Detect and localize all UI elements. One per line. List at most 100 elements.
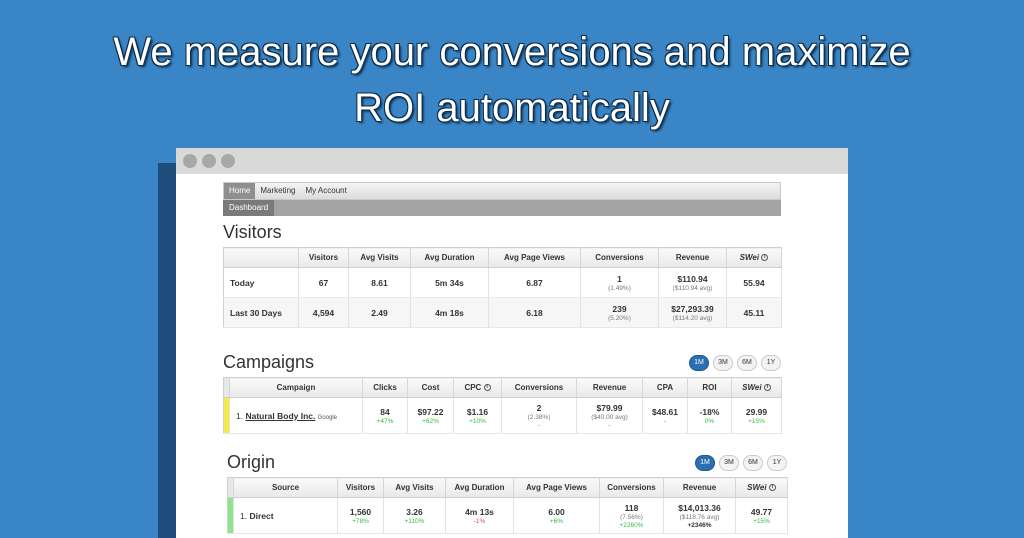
origin-col-conversions: Conversions xyxy=(599,477,664,498)
avg-visits-value: 3.26 xyxy=(406,506,423,517)
origin-range-1y[interactable]: 1Y xyxy=(767,455,787,471)
campaigns-col-revenue: Revenue xyxy=(576,377,643,398)
row-index: 1. xyxy=(236,410,244,421)
campaigns-col-roi: ROI xyxy=(687,377,732,398)
visitors-col-avg-visits: Avg Visits xyxy=(348,247,411,268)
cell-avg-duration: 5m 34s xyxy=(410,267,489,298)
headline-line-2: ROI automatically xyxy=(354,86,670,130)
revenue-delta: - xyxy=(608,421,611,429)
revenue-value: $14,013.36 xyxy=(678,502,721,513)
window-close-icon[interactable] xyxy=(183,154,197,168)
conversions-value: 239 xyxy=(612,303,627,314)
revenue-value: $79.99 xyxy=(596,402,623,413)
avg-visits-delta: +110% xyxy=(404,517,425,525)
campaigns-range-selector: 1M 3M 6M 1Y xyxy=(689,355,781,371)
campaigns-table: Campaign Clicks Cost CPC i Conversions R… xyxy=(223,377,782,434)
info-icon[interactable]: i xyxy=(483,384,491,392)
cell-source: 1. Direct xyxy=(233,497,338,534)
visitors-header-row: Visitors Avg Visits Avg Duration Avg Pag… xyxy=(223,247,782,268)
revenue-value: $27,293.39 xyxy=(671,303,714,314)
campaigns-col-swei: SWei i xyxy=(731,377,782,398)
origin-col-avg-page-views: Avg Page Views xyxy=(513,477,600,498)
roi-delta: 0% xyxy=(704,417,715,425)
campaigns-range-3m[interactable]: 3M xyxy=(713,355,733,371)
visitors-col-revenue: Revenue xyxy=(658,247,727,268)
revenue-avg: ($40.00 avg) xyxy=(591,413,628,421)
swei-delta: +15% xyxy=(753,517,770,525)
nav-item-home[interactable]: Home xyxy=(224,183,256,199)
cost-delta: +62% xyxy=(422,417,439,425)
visitors-table: Visitors Avg Visits Avg Duration Avg Pag… xyxy=(223,247,782,328)
source-name[interactable]: Direct xyxy=(249,511,273,521)
subnav-item-dashboard[interactable]: Dashboard xyxy=(223,200,275,216)
cell-avg-page-views: 6.18 xyxy=(488,297,581,328)
origin-col-visitors: Visitors xyxy=(337,477,384,498)
conversions-value: 1 xyxy=(617,273,622,284)
cell-conversions: 2 (2.38%) - xyxy=(501,397,577,434)
info-icon[interactable]: i xyxy=(761,254,769,262)
campaigns-col-cpa: CPA xyxy=(642,377,688,398)
cell-cpa: $48.61- xyxy=(642,397,688,434)
cell-avg-visits: 2.49 xyxy=(348,297,411,328)
origin-range-3m[interactable]: 3M xyxy=(719,455,739,471)
revenue-value: $110.94 xyxy=(677,273,708,284)
window-shadow xyxy=(158,163,178,538)
nav-item-marketing[interactable]: Marketing xyxy=(255,183,300,199)
origin-col-avg-visits: Avg Visits xyxy=(383,477,446,498)
swei-label: SWei xyxy=(742,383,762,392)
visitors-col-swei: SWei i xyxy=(726,247,782,268)
cell-avg-visits: 3.26 +110% xyxy=(383,497,446,534)
swei-label: SWei xyxy=(739,253,760,262)
info-icon[interactable]: i xyxy=(768,484,776,492)
clicks-delta: +47% xyxy=(376,417,394,425)
table-row: Last 30 Days 4,594 2.49 4m 18s 6.18 239(… xyxy=(223,297,782,328)
campaigns-range-1y[interactable]: 1Y xyxy=(761,355,781,371)
origin-col-avg-duration: Avg Duration xyxy=(445,477,514,498)
cell-avg-duration: 4m 18s xyxy=(410,297,489,328)
origin-range-6m[interactable]: 6M xyxy=(743,455,763,471)
visitors-delta: +78% xyxy=(352,517,369,525)
cell-conversions: 239 (5.20%) xyxy=(580,297,659,328)
campaign-link[interactable]: Natural Body Inc. xyxy=(245,411,315,421)
row-index: 1. xyxy=(240,510,248,521)
cell-avg-visits: 8.61 xyxy=(348,267,411,298)
cell-avg-page-views: 6.87 xyxy=(488,267,581,298)
visitors-col-avg-page-views: Avg Page Views xyxy=(488,247,581,268)
dashboard-app: Home Marketing My Account Dashboard Visi… xyxy=(223,182,788,534)
cpc-label: CPC xyxy=(464,383,482,392)
campaigns-range-1m[interactable]: 1M xyxy=(689,355,709,371)
origin-table: Source Visitors Avg Visits Avg Duration … xyxy=(227,477,788,534)
cell-avg-duration: 4m 13s -1% xyxy=(445,497,514,534)
cell-revenue: $110.94 ($110.94 avg) xyxy=(658,267,727,298)
visitors-col-conversions: Conversions xyxy=(580,247,659,268)
visitors-col-label xyxy=(223,247,299,268)
visitors-col-visitors: Visitors xyxy=(298,247,349,268)
sub-nav: Dashboard xyxy=(223,200,781,216)
visitors-value: 1,560 xyxy=(349,506,372,517)
conversions-value: 2 xyxy=(536,402,542,413)
campaigns-col-cost: Cost xyxy=(407,377,454,398)
origin-range-1m[interactable]: 1M xyxy=(695,455,715,471)
cell-cpc: $1.16 +10% xyxy=(453,397,502,434)
avg-duration-value: 4m 13s xyxy=(465,506,494,517)
window-titlebar xyxy=(176,148,848,174)
cell-visitors: 4,594 xyxy=(298,297,349,328)
origin-col-revenue: Revenue xyxy=(663,477,736,498)
avg-duration-delta: -1% xyxy=(473,517,486,525)
cpa-delta: - xyxy=(663,417,667,425)
revenue-avg: ($118.76 avg) xyxy=(679,513,720,521)
campaign-source: Google xyxy=(317,414,338,421)
window-minimize-icon[interactable] xyxy=(202,154,216,168)
cpc-value: $1.16 xyxy=(466,406,489,417)
visitors-col-avg-duration: Avg Duration xyxy=(410,247,489,268)
origin-col-swei: SWei i xyxy=(735,477,788,498)
cell-swei: 29.99 +15% xyxy=(731,397,782,434)
info-icon[interactable]: i xyxy=(763,384,771,392)
visitors-title: Visitors xyxy=(223,222,282,242)
revenue-delta: +2346% xyxy=(687,521,712,529)
cell-conversions: 118 (7.56%) +2260% xyxy=(599,497,664,534)
window-maximize-icon[interactable] xyxy=(221,154,235,168)
nav-item-my-account[interactable]: My Account xyxy=(300,183,351,199)
campaigns-range-6m[interactable]: 6M xyxy=(737,355,757,371)
campaigns-col-clicks: Clicks xyxy=(362,377,408,398)
